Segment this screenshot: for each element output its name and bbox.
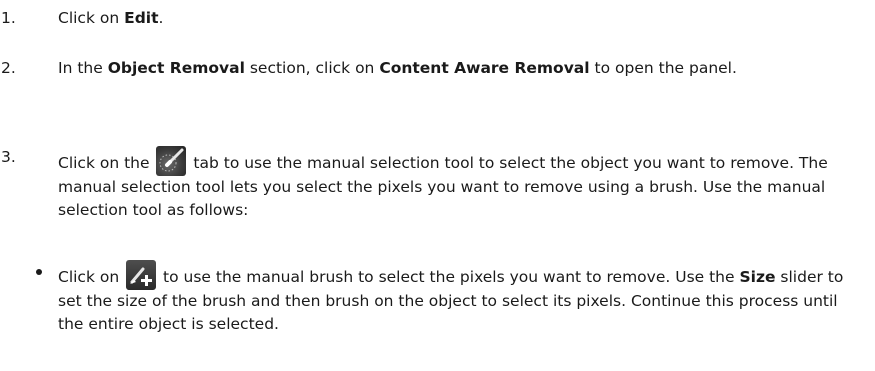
- step-text-part: to open the panel.: [589, 59, 737, 77]
- menu-name-edit: Edit: [124, 9, 159, 27]
- step-number: 2.: [1, 59, 16, 77]
- bullet-dot: [36, 269, 42, 275]
- step-text-part: Click on: [58, 9, 125, 27]
- step-text: In the Object Removal section, click on …: [58, 57, 867, 80]
- step-text: Click on the tab to use the manual selec…: [58, 146, 867, 222]
- step-text-part: .: [158, 9, 164, 27]
- step-text-part: Click on the: [58, 154, 155, 172]
- step-text-part: In the: [58, 59, 108, 77]
- section-name-object-removal: Object Removal: [107, 59, 245, 77]
- step-text-part: section, click on: [244, 59, 380, 77]
- step-text: Click on Edit.: [58, 7, 867, 30]
- manual-selection-brush-icon: [156, 146, 187, 176]
- step-number: 1.: [1, 9, 16, 27]
- bullet-text-part: Click on: [58, 268, 125, 286]
- option-name-content-aware-removal: Content Aware Removal: [379, 59, 590, 77]
- bullet-text-part: to use the manual brush to select the pi…: [158, 268, 740, 286]
- add-brush-icon: [126, 260, 157, 290]
- bullet-text: Click on to use the manual brush to sele…: [58, 260, 867, 336]
- slider-name-size: Size: [739, 268, 776, 286]
- step-number: 3.: [1, 148, 16, 166]
